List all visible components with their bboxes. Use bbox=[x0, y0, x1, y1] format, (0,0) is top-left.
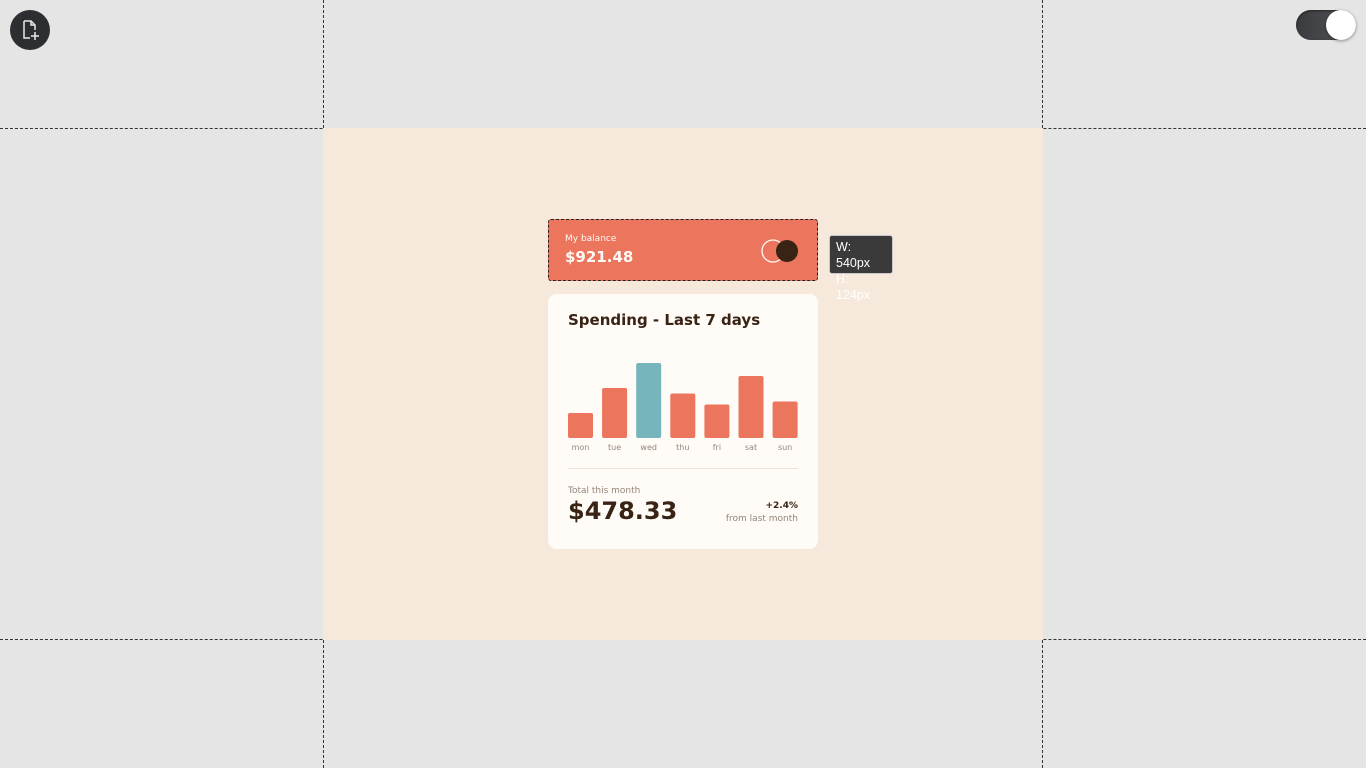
bar-sun[interactable] bbox=[772, 401, 798, 438]
bar-label-mon: mon bbox=[572, 443, 590, 452]
theme-toggle[interactable] bbox=[1296, 10, 1356, 40]
dimension-width: W: 540px bbox=[836, 240, 871, 270]
toggle-knob[interactable] bbox=[1326, 10, 1356, 40]
new-file-button[interactable] bbox=[10, 10, 50, 50]
change-label: from last month bbox=[725, 514, 798, 524]
bar-mon[interactable] bbox=[568, 413, 593, 438]
bar-label-sat: sat bbox=[745, 443, 757, 452]
bar-wed[interactable] bbox=[636, 363, 662, 438]
bar-label-thu: thu bbox=[676, 443, 689, 452]
total-amount: $478.33 bbox=[568, 497, 678, 525]
bar-label-sun: sun bbox=[778, 443, 792, 452]
divider bbox=[568, 468, 798, 469]
bar-fri[interactable] bbox=[704, 404, 730, 438]
dimension-height: H: 124px bbox=[836, 272, 871, 302]
spending-chart: mon tue wed thu fri sat sun bbox=[568, 354, 798, 454]
spending-title: Spending - Last 7 days bbox=[568, 311, 761, 329]
bar-tue[interactable] bbox=[602, 387, 628, 438]
bar-sat[interactable] bbox=[738, 376, 764, 438]
spending-bar-chart: mon tue wed thu fri sat sun bbox=[568, 363, 798, 452]
bar-label-tue: tue bbox=[608, 443, 621, 452]
bar-label-fri: fri bbox=[713, 443, 721, 452]
overlapping-circles-logo-icon bbox=[761, 239, 798, 263]
total-label: Total this month bbox=[568, 486, 641, 496]
file-plus-icon bbox=[23, 20, 39, 40]
balance-card[interactable]: My balance $921.48 bbox=[548, 219, 818, 281]
bar-thu[interactable] bbox=[670, 393, 696, 438]
change-percent: +2.4% bbox=[765, 501, 798, 511]
spending-card: Spending - Last 7 days mon tue wed thu fri sa… bbox=[548, 294, 818, 549]
dimension-tooltip: W: 540px H: 124px bbox=[829, 235, 893, 302]
bar-label-wed: wed bbox=[640, 443, 657, 452]
